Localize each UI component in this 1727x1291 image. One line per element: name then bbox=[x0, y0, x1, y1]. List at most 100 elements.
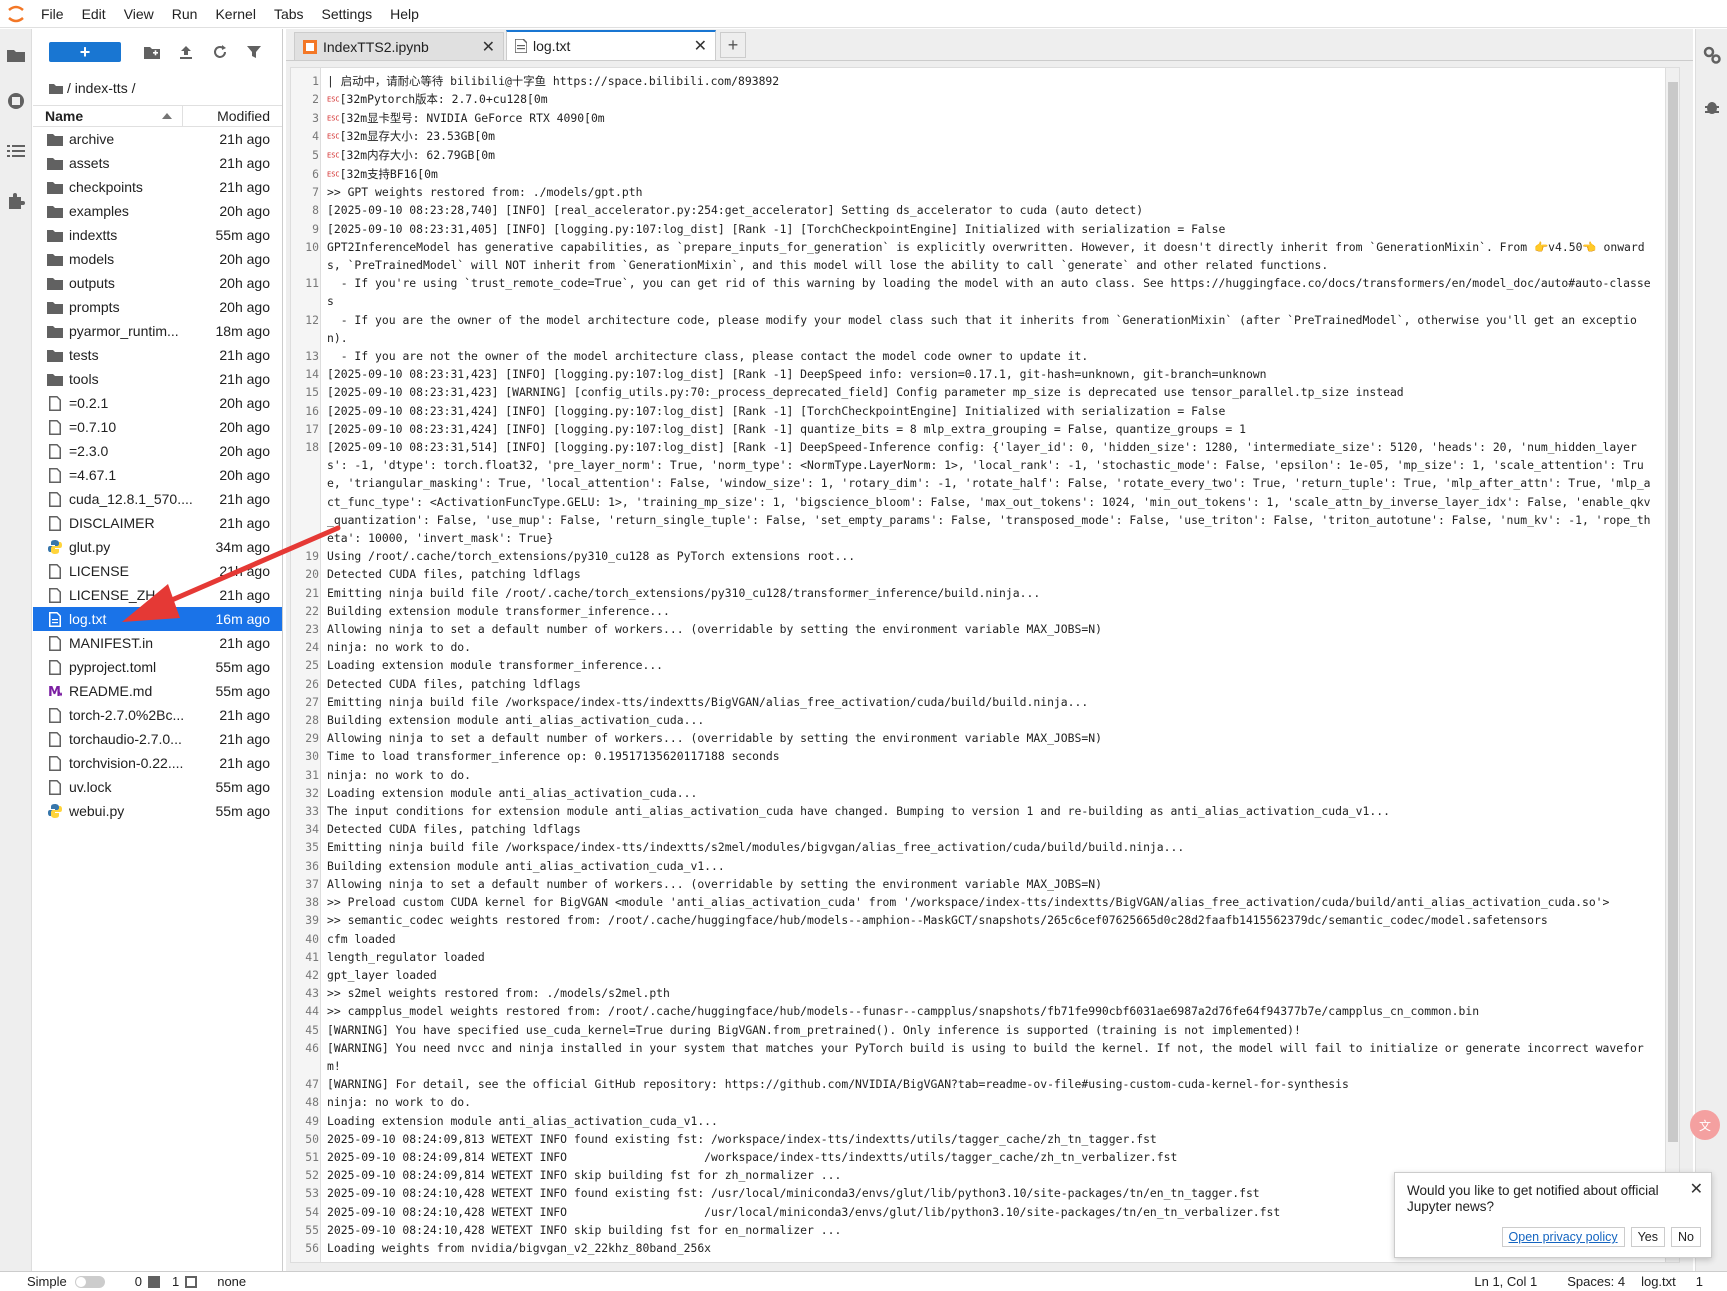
line-content: Loading extension module transformer_inf… bbox=[327, 658, 664, 673]
modified-column-header[interactable]: Modified bbox=[183, 108, 282, 124]
file-row[interactable]: indextts 55m ago bbox=[33, 223, 282, 247]
extensions-icon[interactable] bbox=[4, 189, 28, 213]
kernel-count[interactable]: 1 bbox=[172, 1274, 179, 1289]
file-row[interactable]: torchaudio-2.7.0... 21h ago bbox=[33, 727, 282, 751]
running-kernels-icon[interactable] bbox=[4, 89, 28, 113]
file-row[interactable]: =0.2.1 20h ago bbox=[33, 391, 282, 415]
file-row[interactable]: cuda_12.8.1_570.... 21h ago bbox=[33, 487, 282, 511]
new-launcher-button[interactable]: + bbox=[49, 42, 121, 62]
menu-tabs[interactable]: Tabs bbox=[265, 0, 313, 28]
menu-kernel[interactable]: Kernel bbox=[206, 0, 264, 28]
file-row[interactable]: =0.7.10 20h ago bbox=[33, 415, 282, 439]
table-of-contents-icon[interactable] bbox=[4, 139, 28, 163]
file-row[interactable]: assets 21h ago bbox=[33, 151, 282, 175]
simple-mode-toggle[interactable] bbox=[74, 1275, 105, 1288]
no-button[interactable]: No bbox=[1671, 1227, 1701, 1247]
file-row[interactable]: examples 20h ago bbox=[33, 199, 282, 223]
file-row[interactable]: checkpoints 21h ago bbox=[33, 175, 282, 199]
file-row[interactable]: models 20h ago bbox=[33, 247, 282, 271]
indent-spaces[interactable]: Spaces: 4 bbox=[1567, 1274, 1625, 1289]
open-privacy-policy-link[interactable]: Open privacy policy bbox=[1501, 1227, 1625, 1247]
menu-run[interactable]: Run bbox=[163, 0, 207, 28]
file-row[interactable]: torchvision-0.22.... 21h ago bbox=[33, 751, 282, 775]
tab-indextts2-notebook[interactable]: IndexTTS2.ipynb ✕ bbox=[294, 32, 504, 60]
name-column-header[interactable]: Name bbox=[33, 105, 183, 127]
debugger-icon[interactable] bbox=[1700, 95, 1724, 119]
filter-button[interactable] bbox=[237, 40, 271, 64]
file-row[interactable]: uv.lock 55m ago bbox=[33, 775, 282, 799]
line-content: Building extension module anti_alias_act… bbox=[327, 858, 725, 873]
line-content: ninja: no work to do. bbox=[327, 767, 472, 782]
line-content: Detected CUDA files, patching ldflags bbox=[327, 567, 581, 582]
file-name: pyproject.toml bbox=[69, 659, 157, 675]
code-line: 1 | 启动中，请耐心等待 bilibili@十字鱼 https://space.… bbox=[312, 72, 1665, 90]
text-editor[interactable]: 1 | 启动中，请耐心等待 bilibili@十字鱼 https://space.… bbox=[290, 67, 1680, 1263]
kernel-status: none bbox=[217, 1274, 247, 1289]
close-tab-icon[interactable]: ✕ bbox=[482, 37, 495, 57]
property-inspector-icon[interactable] bbox=[1700, 43, 1724, 67]
file-row[interactable]: webui.py 55m ago bbox=[33, 799, 282, 823]
file-row[interactable]: =4.67.1 20h ago bbox=[33, 463, 282, 487]
file-row[interactable]: DISCLAIMER 21h ago bbox=[33, 511, 282, 535]
folder-icon bbox=[47, 275, 63, 291]
code-line: 24 ninja: no work to do. bbox=[305, 638, 1665, 656]
file-row[interactable]: LICENSE 21h ago bbox=[33, 559, 282, 583]
folder-icon[interactable] bbox=[49, 83, 63, 94]
code-line: 35 Emitting ninja build file /workspace/i… bbox=[305, 838, 1665, 856]
file-row[interactable]: log.txt 16m ago bbox=[33, 607, 282, 631]
translate-icon[interactable]: 文 bbox=[1690, 1110, 1720, 1140]
vertical-scrollbar[interactable] bbox=[1665, 68, 1679, 1262]
file-row[interactable]: torch-2.7.0%2Bc... 21h ago bbox=[33, 703, 282, 727]
menu-file[interactable]: File bbox=[32, 0, 73, 28]
file-modified: 21h ago bbox=[219, 755, 270, 771]
file-row[interactable]: glut.py 34m ago bbox=[33, 535, 282, 559]
file-row[interactable]: LICENSE_ZH... 21h ago bbox=[33, 583, 282, 607]
file-row[interactable]: tools 21h ago bbox=[33, 367, 282, 391]
terminal-count[interactable]: 0 bbox=[135, 1274, 142, 1289]
line-content: 2025-09-10 08:24:10,428 WETEXT INFO skip… bbox=[327, 1222, 842, 1237]
line-number: 4 bbox=[312, 129, 319, 144]
line-number: 47 bbox=[305, 1077, 319, 1092]
line-text: Allowing ninja to set a default number o… bbox=[321, 620, 1651, 638]
editor-content[interactable]: 1 | 启动中，请耐心等待 bilibili@十字鱼 https://space.… bbox=[305, 68, 1665, 1257]
line-text: ninja: no work to do. bbox=[321, 1093, 1651, 1111]
menu-help[interactable]: Help bbox=[381, 0, 428, 28]
folder-icon bbox=[47, 155, 63, 171]
upload-icon bbox=[180, 46, 192, 59]
file-row[interactable]: =2.3.0 20h ago bbox=[33, 439, 282, 463]
file-row[interactable]: outputs 20h ago bbox=[33, 271, 282, 295]
folder-tab-icon[interactable] bbox=[4, 43, 28, 67]
python-icon bbox=[47, 539, 63, 555]
folder-icon bbox=[47, 347, 63, 363]
escape-char-marker: ESC bbox=[327, 114, 340, 123]
file-browser: + / index-tts / Name Modified archive 21h… bbox=[33, 29, 283, 1271]
menu-edit[interactable]: Edit bbox=[73, 0, 115, 28]
menu-view[interactable]: View bbox=[115, 0, 163, 28]
refresh-button[interactable] bbox=[203, 40, 237, 64]
file-row[interactable]: pyarmor_runtim... 18m ago bbox=[33, 319, 282, 343]
close-tab-icon[interactable]: ✕ bbox=[694, 36, 707, 56]
upload-button[interactable] bbox=[169, 40, 203, 64]
line-number: 33 bbox=[305, 804, 319, 819]
main-area: IndexTTS2.ipynb ✕ log.txt ✕ + 1 | 启动中，请耐心… bbox=[286, 29, 1693, 1271]
menu-settings[interactable]: Settings bbox=[313, 0, 382, 28]
tab-log-txt[interactable]: log.txt ✕ bbox=[506, 30, 716, 60]
file-row[interactable]: tests 21h ago bbox=[33, 343, 282, 367]
line-content: >> s2mel weights restored from: ./models… bbox=[327, 986, 670, 1001]
file-row[interactable]: M README.md 55m ago bbox=[33, 679, 282, 703]
close-notification-icon[interactable]: ✕ bbox=[1690, 1179, 1703, 1199]
add-tab-button[interactable]: + bbox=[720, 32, 746, 58]
folder-icon bbox=[47, 299, 63, 315]
status-bar: Simple 0 1 none Ln 1, Col 1 Spaces: 4 lo… bbox=[0, 1271, 1727, 1291]
cursor-position[interactable]: Ln 1, Col 1 bbox=[1474, 1274, 1537, 1289]
file-row[interactable]: archive 21h ago bbox=[33, 127, 282, 151]
code-line: 17 [2025-09-10 08:23:31,424] [INFO] [logg… bbox=[305, 420, 1665, 438]
notification-count[interactable]: 1 bbox=[1696, 1274, 1703, 1289]
yes-button[interactable]: Yes bbox=[1630, 1227, 1666, 1247]
scrollbar-thumb[interactable] bbox=[1668, 82, 1678, 1142]
file-row[interactable]: pyproject.toml 55m ago bbox=[33, 655, 282, 679]
new-folder-button[interactable] bbox=[135, 40, 169, 64]
file-row[interactable]: prompts 20h ago bbox=[33, 295, 282, 319]
file-row[interactable]: MANIFEST.in 21h ago bbox=[33, 631, 282, 655]
breadcrumb-path[interactable]: / index-tts / bbox=[67, 80, 135, 96]
